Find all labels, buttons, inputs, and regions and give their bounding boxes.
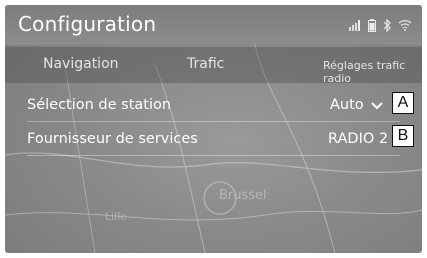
setting-row-service-provider[interactable]: Fournisseur de services RADIO 2: [5, 125, 422, 157]
tab-trafic[interactable]: Trafic: [187, 56, 224, 72]
wifi-icon: [398, 20, 412, 31]
tab-navigation[interactable]: Navigation: [43, 56, 119, 72]
callout-label-b: B: [392, 125, 414, 147]
tab-bar: Navigation Trafic Réglages trafic radio: [5, 47, 422, 85]
setting-label: Fournisseur de services: [27, 131, 198, 147]
setting-value: RADIO 2: [328, 131, 389, 147]
page-title: Configuration: [18, 12, 157, 36]
bluetooth-icon: [383, 18, 391, 32]
row-divider: [27, 155, 400, 156]
setting-label: Sélection de station: [27, 97, 172, 113]
display-screen: Brussel Lille Configuration Navigation T…: [5, 5, 422, 253]
setting-row-station-selection[interactable]: Sélection de station Auto: [5, 91, 422, 123]
header-bar: Configuration: [5, 5, 422, 45]
setting-value: Auto: [330, 97, 364, 113]
screen-frame: Brussel Lille Configuration Navigation T…: [0, 0, 427, 258]
phone-battery-icon: [368, 18, 376, 32]
callout-label-a: A: [392, 92, 414, 114]
row-divider: [27, 121, 400, 122]
tab-reglages-trafic-radio[interactable]: Réglages trafic radio: [323, 59, 422, 85]
signal-icon: [349, 20, 360, 31]
chevron-down-icon: [371, 102, 383, 110]
map-label-brussel: Brussel: [219, 188, 267, 203]
map-label-lille: Lille: [105, 210, 127, 223]
status-icons: [349, 17, 412, 33]
